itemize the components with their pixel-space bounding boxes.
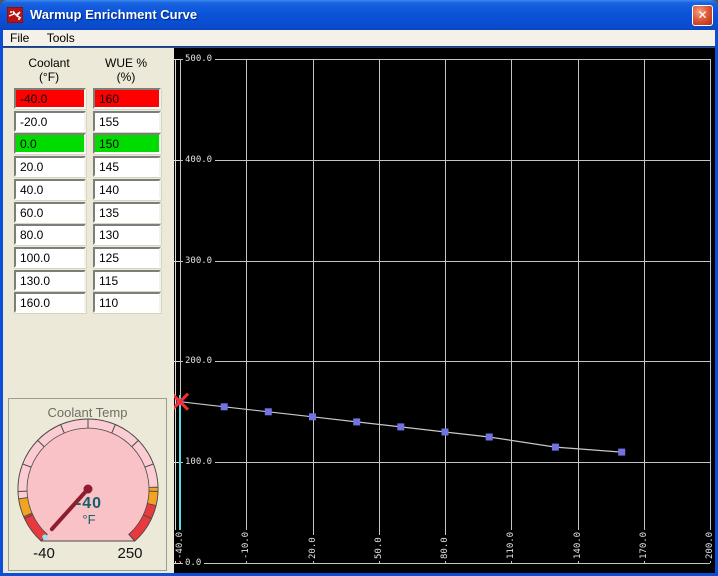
warmup-enrichment-window: Warmup Enrichment Curve ✕ File Tools Coo… — [0, 0, 718, 576]
coolant-cell-4[interactable]: 40.0 — [14, 179, 86, 200]
curve-point-8[interactable] — [551, 443, 559, 451]
left-panel: Coolant (°F) WUE % (%) -40.0 160 -20.0 155 0… — [3, 48, 174, 573]
gauge-min-label: -40 — [33, 545, 55, 562]
titlebar[interactable]: Warmup Enrichment Curve ✕ — [0, 0, 718, 30]
curve-point-7[interactable] — [485, 433, 493, 441]
curve-point-2[interactable] — [264, 408, 272, 416]
coolant-cell-3[interactable]: 20.0 — [14, 156, 86, 177]
wue-cell-8[interactable]: 115 — [93, 270, 161, 291]
column-header-wue: WUE % (%) — [89, 56, 163, 84]
close-button[interactable]: ✕ — [692, 5, 713, 26]
coolant-cell-1[interactable]: -20.0 — [14, 111, 86, 132]
menu-item-file[interactable]: File — [3, 30, 36, 46]
curve-svg — [174, 392, 626, 456]
curve-point-6[interactable] — [441, 428, 449, 436]
menubar: File Tools — [3, 30, 715, 47]
wue-cell-0[interactable]: 160 — [93, 88, 161, 109]
gauge-max-label: 250 — [117, 545, 143, 562]
gauge-tip-marker — [42, 534, 48, 540]
coolant-cell-7[interactable]: 100.0 — [14, 247, 86, 268]
curve-point-1[interactable] — [220, 403, 228, 411]
curve-point-4[interactable] — [353, 418, 361, 426]
menu-item-tools[interactable]: Tools — [40, 30, 82, 46]
curve-chart[interactable]: 0.0 100.0 200.0 300.0 400.0 500.0 -40.0 -10.0 20… — [174, 48, 715, 573]
coolant-cell-5[interactable]: 60.0 — [14, 202, 86, 223]
wue-cell-6[interactable]: 130 — [93, 224, 161, 245]
gauge-panel: Coolant Temp -40 °F -40 250 — [8, 398, 167, 571]
coolant-temp-gauge — [17, 418, 159, 542]
coolant-cell-6[interactable]: 80.0 — [14, 224, 86, 245]
gauge-unit: °F — [82, 512, 96, 527]
curve-point-5[interactable] — [397, 423, 405, 431]
wue-cell-1[interactable]: 155 — [93, 111, 161, 132]
coolant-cell-0[interactable]: -40.0 — [14, 88, 86, 109]
gauge-needle-hub — [83, 484, 93, 494]
wue-header-title: WUE % — [105, 56, 147, 70]
coolant-header-unit: (°F) — [38, 70, 60, 84]
window-title: Warmup Enrichment Curve — [30, 7, 198, 22]
wue-cell-7[interactable]: 125 — [93, 247, 161, 268]
gauge-value: -40 — [75, 495, 103, 512]
wue-cell-4[interactable]: 140 — [93, 179, 161, 200]
wue-cell-3[interactable]: 145 — [93, 156, 161, 177]
wue-cell-2[interactable]: 150 — [93, 133, 161, 154]
curve-point-3[interactable] — [309, 413, 316, 421]
wue-cell-9[interactable]: 110 — [93, 292, 161, 313]
main-area: Coolant (°F) WUE % (%) -40.0 160 -20.0 155 0… — [3, 48, 715, 573]
wue-header-unit: (%) — [116, 70, 136, 84]
coolant-cell-8[interactable]: 130.0 — [14, 270, 86, 291]
curve-point-9[interactable] — [618, 448, 626, 456]
wue-cell-5[interactable]: 135 — [93, 202, 161, 223]
coolant-cell-9[interactable]: 160.0 — [14, 292, 86, 313]
megasquirt-app-icon — [7, 7, 23, 23]
coolant-header-title: Coolant — [28, 56, 70, 70]
column-header-coolant: Coolant (°F) — [11, 56, 87, 84]
coolant-cell-2[interactable]: 0.0 — [14, 133, 86, 154]
